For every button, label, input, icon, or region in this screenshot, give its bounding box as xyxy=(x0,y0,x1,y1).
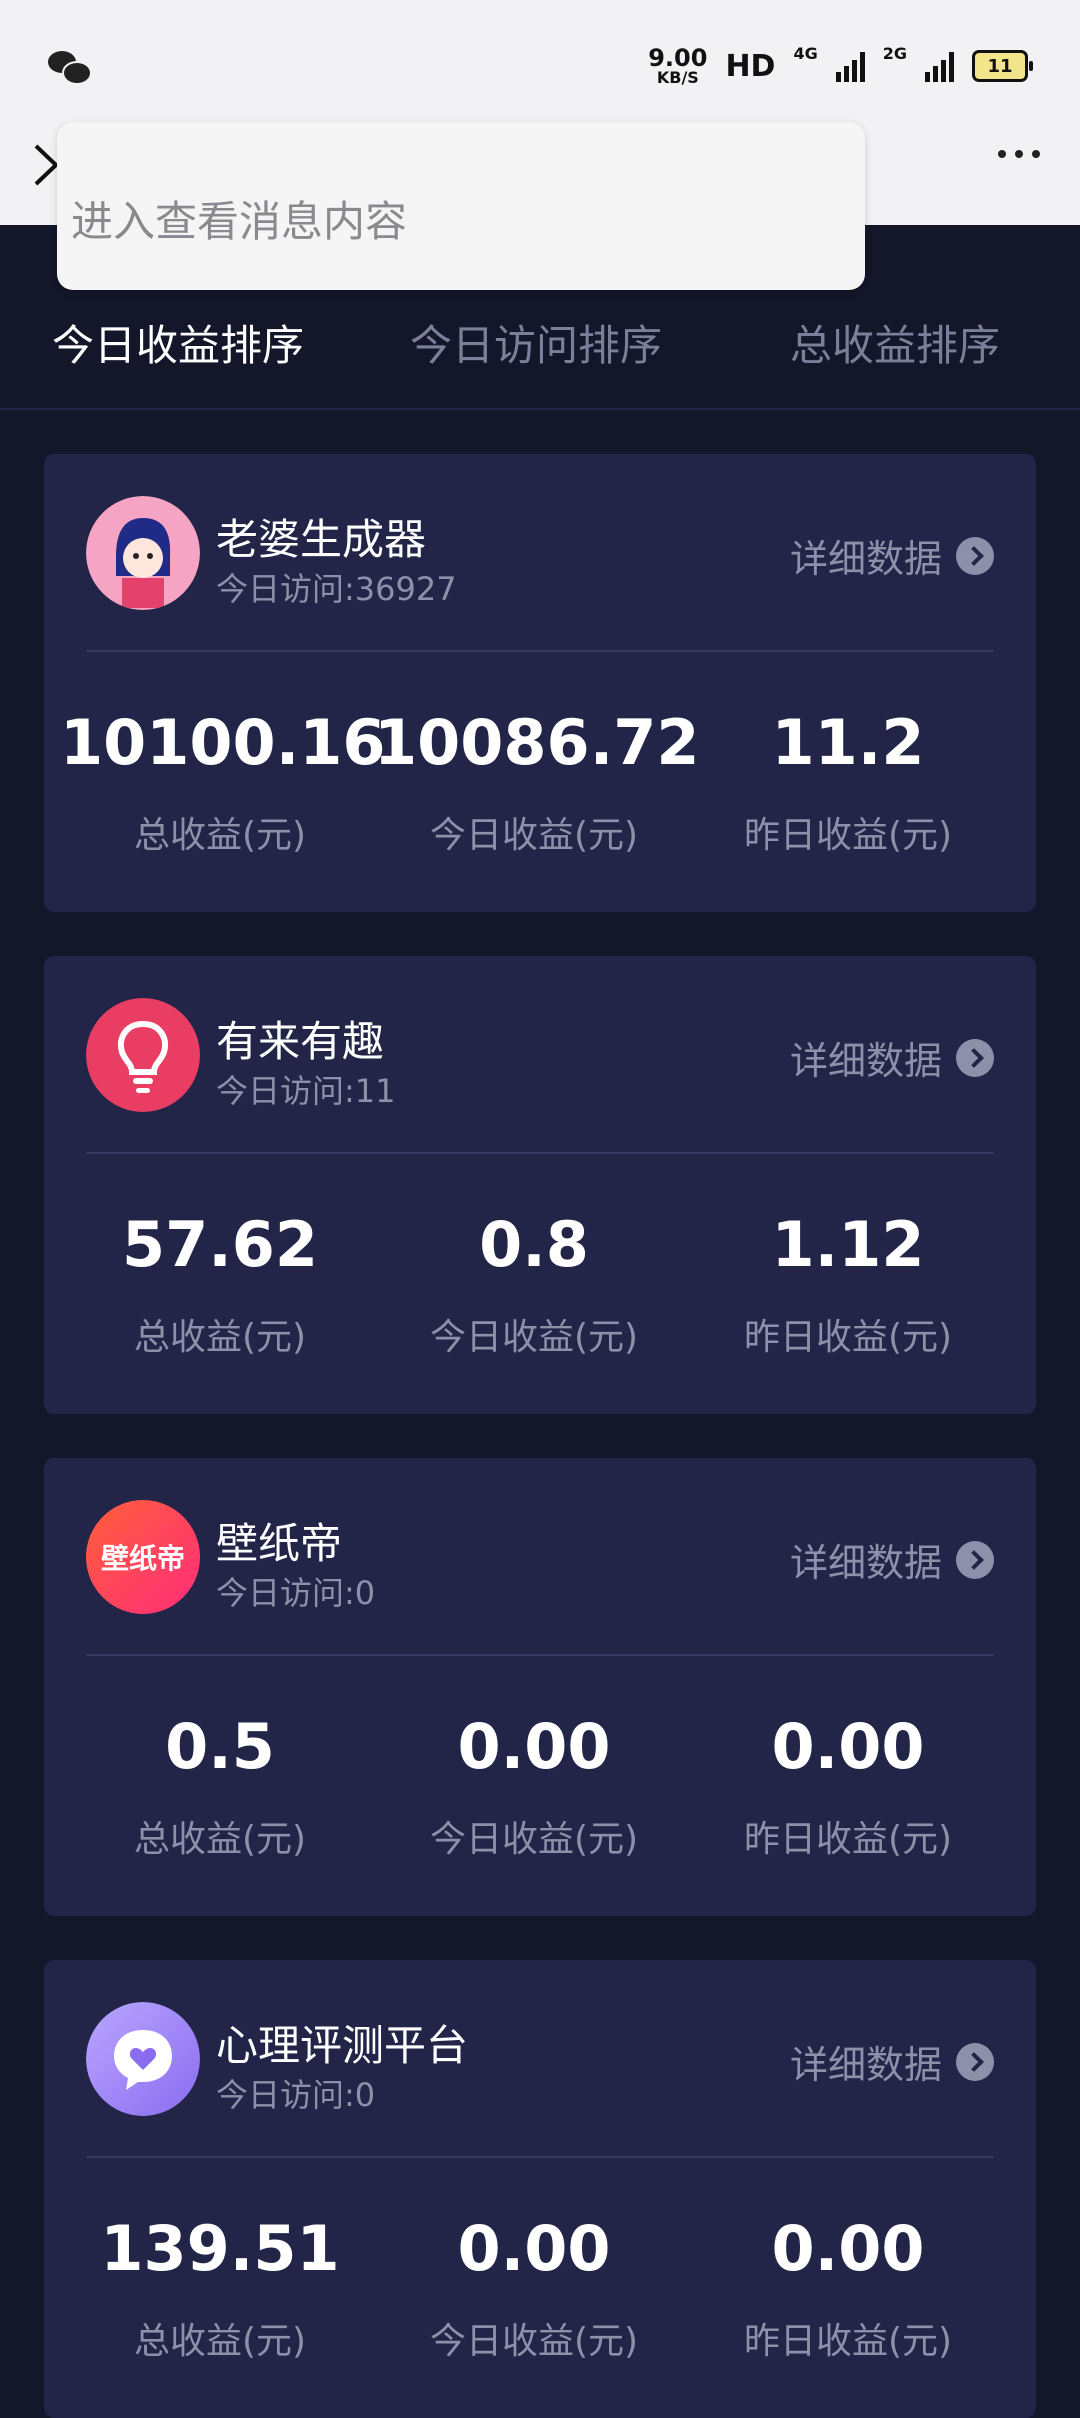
battery-icon: 11 xyxy=(972,50,1033,82)
toast-text: 进入查看消息内容 xyxy=(71,197,408,246)
heart-chat-icon xyxy=(86,2002,200,2116)
divider xyxy=(86,1152,994,1154)
divider xyxy=(86,1654,994,1656)
divider xyxy=(86,650,994,652)
stat-total: 57.62 总收益(元) xyxy=(121,1208,319,1359)
detail-link[interactable]: 详细数据 xyxy=(790,1030,994,1085)
app-name: 有来有趣 xyxy=(216,1017,385,1066)
today-visits: 今日访问:11 xyxy=(216,1072,396,1110)
stat-yesterday: 11.2 昨日收益(元) xyxy=(743,706,953,857)
app-name: 壁纸帝 xyxy=(216,1519,343,1568)
status-bar-left xyxy=(48,46,92,86)
app-card: 有来有趣 今日访问:11 详细数据 57.62 总收益(元) 0.8 今日收益(元)… xyxy=(44,956,1036,1414)
chevron-right-icon xyxy=(956,536,994,575)
tab-today-earnings[interactable]: 今日收益排序 xyxy=(52,312,304,373)
stat-total: 0.5 总收益(元) xyxy=(133,1710,307,1861)
chevron-right-icon xyxy=(956,2042,994,2081)
app-name: 心理评测平台 xyxy=(216,2021,469,2070)
chevron-right-icon xyxy=(956,1038,994,1077)
girl-avatar-icon xyxy=(86,496,200,610)
stat-yesterday: 0.00 昨日收益(元) xyxy=(743,2212,953,2363)
tab-today-visits[interactable]: 今日访问排序 xyxy=(410,312,662,373)
stat-total: 139.51 总收益(元) xyxy=(100,2212,340,2363)
network-label-2: 2G xyxy=(882,44,907,63)
divider xyxy=(86,2156,994,2158)
signal-icon-2 xyxy=(925,50,954,82)
stat-today: 0.8 今日收益(元) xyxy=(429,1208,639,1359)
app-card: 壁纸帝 壁纸帝 今日访问:0 详细数据 0.5 总收益(元) 0.00 今日收益(元… xyxy=(44,1458,1036,1916)
wechat-icon xyxy=(48,49,92,85)
stat-yesterday: 0.00 昨日收益(元) xyxy=(743,1710,953,1861)
wallpaper-logo: 壁纸帝 xyxy=(86,1500,200,1614)
detail-link[interactable]: 详细数据 xyxy=(790,2034,994,2089)
more-icon[interactable] xyxy=(998,150,1040,158)
stat-today: 10086.72 今日收益(元) xyxy=(374,706,700,857)
detail-link[interactable]: 详细数据 xyxy=(790,1532,994,1587)
signal-icon xyxy=(835,50,865,82)
stat-yesterday: 1.12 昨日收益(元) xyxy=(743,1208,953,1359)
status-bar-right: 9.00 KB/S HD 4G 2G 11 xyxy=(648,44,1033,88)
app-card: 心理评测平台 今日访问:0 详细数据 139.51 总收益(元) 0.00 今日收益… xyxy=(44,1960,1036,2418)
hd-indicator: HD xyxy=(725,48,776,84)
sort-tabs: 今日收益排序 今日访问排序 总收益排序 xyxy=(0,290,1080,410)
app-card: 老婆生成器 今日访问:36927 详细数据 10100.16 总收益(元) 100… xyxy=(44,454,1036,912)
app-name: 老婆生成器 xyxy=(216,515,427,564)
stat-today: 0.00 今日收益(元) xyxy=(429,2212,639,2363)
stat-today: 0.00 今日收益(元) xyxy=(429,1710,639,1861)
today-visits: 今日访问:0 xyxy=(216,1574,376,1612)
stat-total: 10100.16 总收益(元) xyxy=(60,706,386,857)
network-speed: 9.00 KB/S xyxy=(648,44,708,87)
today-visits: 今日访问:0 xyxy=(216,2076,376,2114)
lightbulb-icon xyxy=(86,998,200,1112)
tab-total-earnings[interactable]: 总收益排序 xyxy=(790,312,1000,373)
network-label-1: 4G xyxy=(793,44,818,63)
detail-link[interactable]: 详细数据 xyxy=(790,528,994,583)
chevron-right-icon xyxy=(956,1540,994,1579)
message-toast[interactable]: 进入查看消息内容 xyxy=(57,122,865,290)
today-visits: 今日访问:36927 xyxy=(216,570,457,608)
